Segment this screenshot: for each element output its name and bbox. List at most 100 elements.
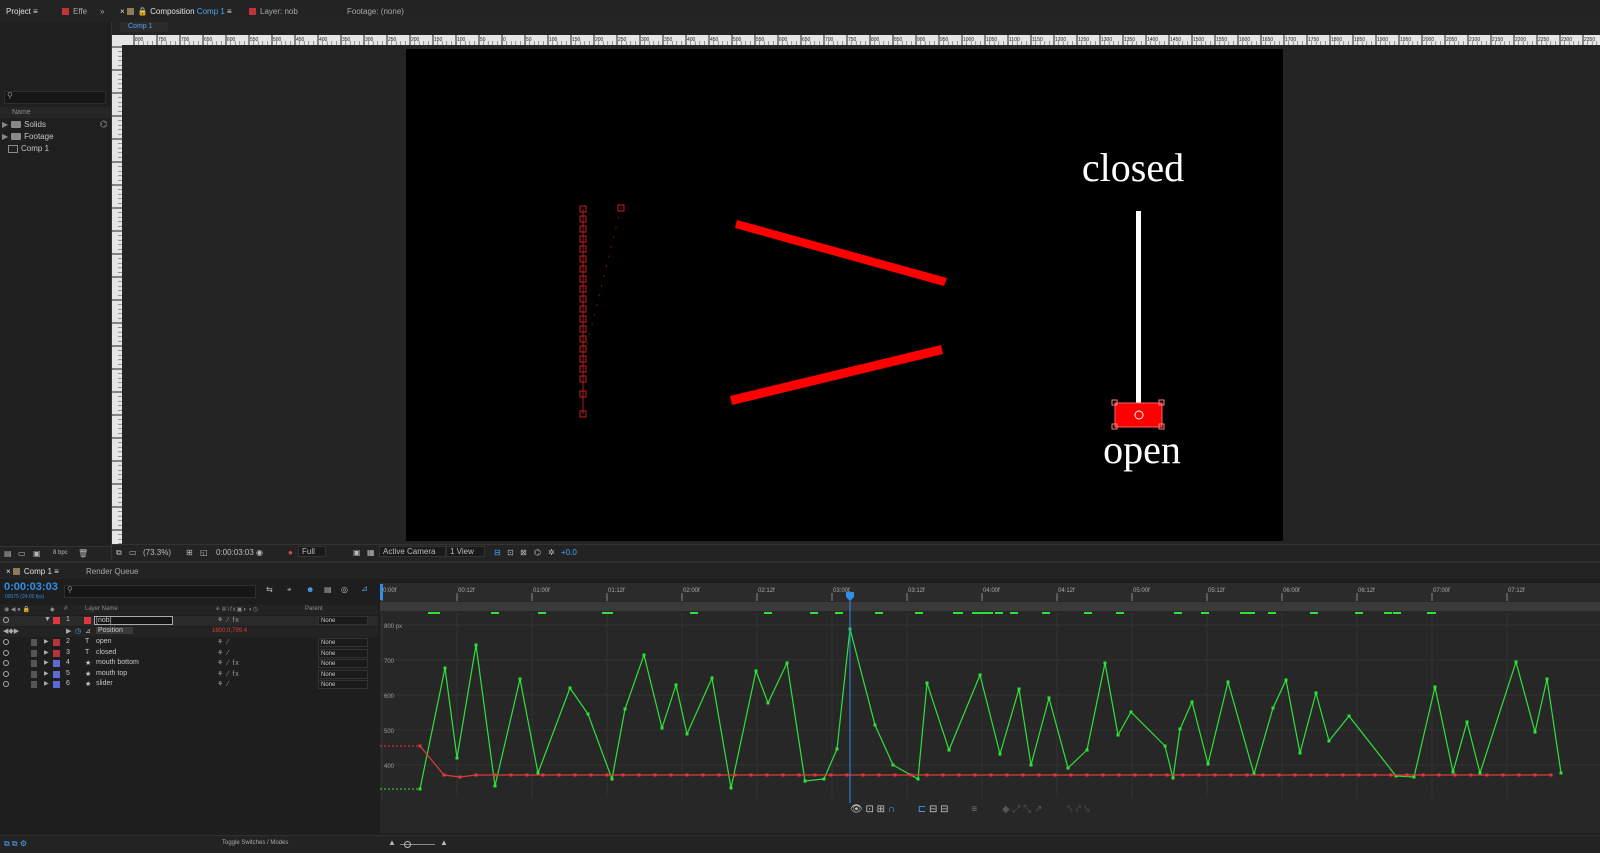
layer-switches[interactable]: ⚘ ⁄ fx — [217, 670, 240, 678]
transparency-grid-icon[interactable]: ▦ — [367, 548, 375, 557]
snapshot-icon[interactable]: ◉ — [256, 548, 263, 557]
expand-arrow-icon[interactable]: ▶ — [44, 638, 49, 645]
fast-previews-icon[interactable]: ⊡ — [507, 548, 514, 557]
graph-keyframe-red[interactable] — [1309, 773, 1313, 777]
graph-keyframe-green[interactable] — [1206, 762, 1210, 766]
flowchart-icon[interactable]: ⌬ — [100, 119, 108, 130]
graph-keyframe-green[interactable] — [766, 701, 770, 705]
graph-keyframe-green[interactable] — [1271, 706, 1275, 710]
lock-icon[interactable] — [31, 681, 37, 688]
fit-selection-icon[interactable]: ⊏ — [918, 804, 926, 815]
graph-keyframe-green[interactable] — [803, 779, 807, 783]
graph-keyframe-red[interactable] — [1389, 773, 1393, 777]
zoom-slider-handle[interactable] — [404, 841, 411, 848]
graph-keyframe-red[interactable] — [1357, 773, 1361, 777]
graph-keyframe-green[interactable] — [568, 686, 572, 690]
eye-icon[interactable] — [3, 660, 9, 666]
zoom-select[interactable]: (73.3%) — [143, 548, 171, 557]
graph-keyframe-green[interactable] — [754, 669, 758, 673]
graph-keyframe-green[interactable] — [1314, 691, 1318, 695]
graph-keyframe-red[interactable] — [1245, 773, 1249, 777]
graph-keyframe-green[interactable] — [1171, 776, 1175, 780]
graph-keyframe-green[interactable] — [493, 784, 497, 788]
collapse-arrow-icon[interactable]: ▼ — [44, 616, 51, 623]
panel-overflow-icon[interactable]: » — [100, 6, 104, 18]
graph-keyframe-red[interactable] — [765, 773, 769, 777]
graph-keyframe-red[interactable] — [989, 773, 993, 777]
graph-keyframe-red[interactable] — [813, 773, 817, 777]
graph-keyframe-green[interactable] — [1545, 677, 1549, 681]
graph-keyframe-green[interactable] — [1514, 660, 1518, 664]
graph-keyframe-green[interactable] — [1085, 748, 1089, 752]
graph-keyframe-green[interactable] — [1559, 771, 1563, 775]
work-area-start[interactable] — [380, 584, 383, 600]
zoom-in-icon[interactable]: ▲ — [440, 838, 448, 847]
graph-keyframe-red[interactable] — [1165, 773, 1169, 777]
graph-keyframe-green[interactable] — [623, 707, 627, 711]
eye-icon[interactable] — [3, 639, 9, 645]
graph-keyframe-red[interactable] — [589, 773, 593, 777]
layer-name-field[interactable]: [nob] — [94, 616, 173, 625]
keyframe-nav-icon[interactable]: ◀◆▶ — [3, 627, 19, 635]
expand-arrow-icon[interactable]: ▶ — [66, 627, 71, 635]
graph-keyframe-green[interactable] — [1347, 714, 1351, 718]
layer-row-2[interactable]: ▶ 2 Topen ⚘ ⁄ None — [0, 638, 378, 648]
separate-dimensions-icon[interactable]: ⊟ — [940, 804, 948, 815]
layer-row-5[interactable]: ▶ 5 ★ mouth top ⚘ ⁄ fx None — [0, 669, 378, 680]
eye-icon[interactable] — [3, 670, 9, 677]
graph-keyframe-red[interactable] — [1005, 773, 1009, 777]
graph-keyframe-red[interactable] — [1053, 773, 1057, 777]
comp-mini-flowchart-icon[interactable]: ⇆ — [266, 585, 273, 594]
graph-type-icon[interactable]: ⊡ — [865, 804, 873, 815]
graph-keyframe-red[interactable] — [1085, 773, 1089, 777]
graph-keyframe-red[interactable] — [749, 773, 753, 777]
graph-keyframe-green[interactable] — [1298, 751, 1302, 755]
graph-keyframe-red[interactable] — [653, 773, 657, 777]
graph-keyframe-red[interactable] — [1277, 773, 1281, 777]
graph-toggle-icon[interactable]: ⊿ — [85, 627, 91, 635]
layer-switches[interactable]: ⚘ ⁄ fx — [217, 659, 240, 667]
parent-select[interactable]: None — [318, 638, 368, 647]
layer-label-color[interactable] — [53, 617, 60, 624]
parent-select[interactable]: None — [318, 680, 368, 689]
layer-name[interactable]: mouth bottom — [96, 659, 139, 666]
layer-name[interactable]: mouth top — [96, 670, 127, 677]
graph-keyframe-green[interactable] — [518, 677, 522, 681]
graph-keyframe-green[interactable] — [443, 666, 447, 670]
expand-arrow-icon[interactable]: ▶ — [44, 670, 49, 677]
graph-keyframe-red[interactable] — [1069, 773, 1073, 777]
eye-icon[interactable] — [3, 681, 9, 687]
layer-switches[interactable]: ⚘ ⁄ fx — [217, 616, 240, 624]
graph-keyframe-red[interactable] — [1229, 773, 1233, 777]
graph-keyframe-red[interactable] — [1133, 773, 1137, 777]
tab-composition[interactable]: × 🔒 Composition Comp 1 ≡ — [120, 6, 232, 18]
snap-icon[interactable]: ∩ — [888, 804, 895, 815]
graph-keyframe-green[interactable] — [1533, 730, 1537, 734]
graph-keyframe-red[interactable] — [861, 773, 865, 777]
graph-keyframe-red[interactable] — [1261, 773, 1265, 777]
column-parent[interactable]: Parent — [305, 606, 323, 612]
tab-footage[interactable]: Footage: (none) — [347, 6, 404, 18]
graph-keyframe-green[interactable] — [1190, 700, 1194, 704]
graph-keyframe-red[interactable] — [637, 773, 641, 777]
graph-keyframe-green[interactable] — [978, 673, 982, 677]
graph-keyframe-green[interactable] — [1163, 744, 1167, 748]
visibility-eye-icon[interactable]: 👁 — [850, 804, 863, 815]
graph-keyframe-green[interactable] — [1017, 687, 1021, 691]
graph-keyframe-red[interactable] — [829, 773, 833, 777]
lock-icon[interactable] — [31, 670, 37, 678]
graph-keyframe-red[interactable] — [781, 773, 785, 777]
graph-keyframe-green[interactable] — [536, 771, 540, 775]
graph-keyframe-green[interactable] — [710, 676, 714, 680]
graph-keyframe-green[interactable] — [1478, 771, 1482, 775]
graph-keyframe-green[interactable] — [610, 777, 614, 781]
graph-keyframe-green[interactable] — [729, 786, 733, 790]
graph-keyframe-red[interactable] — [1469, 773, 1473, 777]
current-time-display[interactable]: 0:00:03:03 — [4, 581, 58, 593]
graph-keyframe-red[interactable] — [1453, 773, 1457, 777]
color-channel-icon[interactable]: ● — [288, 548, 293, 557]
graph-keyframe-red[interactable] — [909, 773, 913, 777]
graph-keyframe-red[interactable] — [1533, 773, 1537, 777]
graph-keyframe-green[interactable] — [1327, 739, 1331, 743]
graph-keyframe-red[interactable] — [1037, 773, 1041, 777]
